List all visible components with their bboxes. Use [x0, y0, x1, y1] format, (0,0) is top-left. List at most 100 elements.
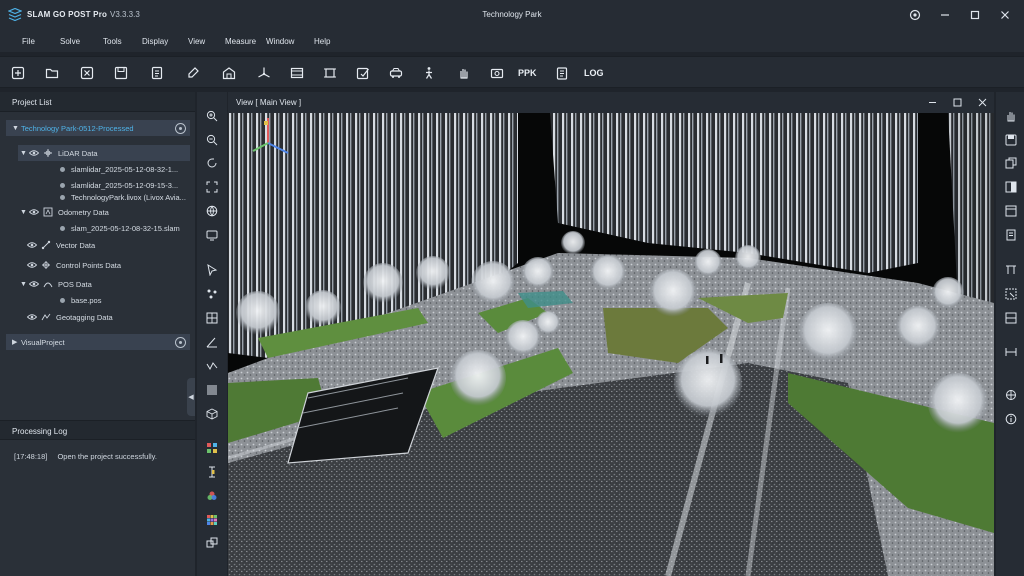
color-palette-icon[interactable] [205, 441, 219, 455]
rotate-icon[interactable] [205, 156, 219, 170]
add-circle-icon[interactable] [175, 123, 186, 134]
building-icon[interactable] [221, 65, 237, 81]
tree-leaf-lidar-3[interactable]: TechnologyPark.livox (Livox Avia... [60, 189, 192, 205]
ruler-icon[interactable] [205, 465, 219, 479]
tree-root-project[interactable]: ▼ Technology Park-0512-Processed [6, 120, 190, 136]
clip-plane-icon[interactable] [1004, 263, 1018, 277]
view-minimize-button[interactable] [925, 95, 939, 109]
processing-log-title: Processing Log [12, 427, 68, 436]
split-view-icon[interactable] [1004, 180, 1018, 194]
menu-view[interactable]: View [188, 37, 205, 46]
tree-group-pos[interactable]: ▼ POS Data [18, 276, 190, 292]
tree-group-label: Odometry Data [58, 207, 109, 217]
cross-section-icon[interactable] [1004, 311, 1018, 325]
project-panel-title: Project List [12, 98, 52, 107]
tree-group-geotagging[interactable]: Geotagging Data [27, 309, 187, 325]
hand-icon[interactable] [456, 65, 472, 81]
menu-solve[interactable]: Solve [60, 37, 80, 46]
point-select-icon[interactable] [205, 287, 219, 301]
cube-icon[interactable] [205, 407, 219, 421]
globe-icon[interactable] [205, 204, 219, 218]
tree-leaf-lidar-1[interactable]: slamlidar_2025-05-12-08-32-1... [60, 161, 190, 177]
minimize-button[interactable] [936, 6, 954, 24]
close-project-icon[interactable] [79, 65, 95, 81]
zoom-out-icon[interactable] [205, 133, 219, 147]
box-select-icon[interactable] [1004, 287, 1018, 301]
view-maximize-button[interactable] [950, 95, 964, 109]
expand-arrow-icon[interactable]: ▼ [20, 150, 29, 157]
collapse-arrow-icon[interactable]: ▶ [12, 338, 21, 346]
tree-group-vector[interactable]: Vector Data [27, 237, 187, 253]
title-bar: SLAM GO POST Pro V3.3.3.3 Technology Par… [0, 0, 1024, 30]
tree-group-odometry[interactable]: ▼ Odometry Data [18, 204, 190, 220]
tree-leaf-odometry-1[interactable]: slam_2025-05-12-08-32-15.slam [60, 220, 190, 236]
eye-icon[interactable] [29, 279, 39, 289]
frame-icon[interactable] [322, 65, 338, 81]
new-project-icon[interactable] [10, 65, 26, 81]
target-icon[interactable] [1004, 388, 1018, 402]
expand-arrow-icon[interactable]: ▼ [20, 281, 29, 288]
app-logo-icon [8, 8, 22, 22]
ppk-button[interactable]: PPK [518, 68, 537, 78]
settings-icon[interactable] [906, 6, 924, 24]
pan-hand-icon[interactable] [1004, 109, 1018, 123]
eye-icon[interactable] [27, 260, 37, 270]
panel-view-icon[interactable] [1004, 204, 1018, 218]
tree-group-lidar[interactable]: ▼ LiDAR Data [18, 145, 190, 161]
open-folder-icon[interactable] [44, 65, 60, 81]
color-grid-icon[interactable] [205, 513, 219, 527]
tree-leaf-pos-1[interactable]: base.pos [60, 292, 190, 308]
tree-root-label: Technology Park-0512-Processed [21, 123, 134, 133]
add-circle-icon[interactable] [175, 337, 186, 348]
log-button[interactable]: LOG [584, 68, 604, 78]
right-tools-strip [996, 92, 1024, 576]
geotagging-icon [41, 313, 51, 321]
measure-width-icon[interactable] [1004, 345, 1018, 359]
edit-icon[interactable] [185, 65, 201, 81]
tree-root-visual-project[interactable]: ▶ VisualProject [6, 334, 190, 350]
close-button[interactable] [996, 6, 1014, 24]
expand-arrow-icon[interactable]: ▼ [20, 209, 29, 216]
eye-icon[interactable] [29, 207, 39, 217]
tree-group-control-points[interactable]: Control Points Data [27, 257, 187, 273]
info-icon[interactable] [1004, 412, 1018, 426]
eye-icon[interactable] [27, 240, 37, 250]
car-icon[interactable] [388, 65, 404, 81]
tree-leaf-label: base.pos [71, 295, 102, 305]
barcode-icon[interactable] [205, 383, 219, 397]
film-icon[interactable] [289, 65, 305, 81]
menu-file[interactable]: File [22, 37, 35, 46]
document-icon[interactable] [1004, 228, 1018, 242]
zoom-in-icon[interactable] [205, 109, 219, 123]
eye-icon[interactable] [29, 148, 39, 158]
menu-measure[interactable]: Measure [225, 37, 256, 46]
camera-icon[interactable] [489, 65, 505, 81]
menu-display[interactable]: Display [142, 37, 168, 46]
coordinate-axes-icon[interactable] [256, 65, 272, 81]
grid-icon[interactable] [205, 311, 219, 325]
eye-icon[interactable] [27, 312, 37, 322]
layers-cube-icon[interactable] [205, 536, 219, 550]
notes-icon[interactable] [355, 65, 371, 81]
walker-icon[interactable] [421, 65, 437, 81]
fit-view-icon[interactable] [205, 180, 219, 194]
expand-arrow-icon[interactable]: ▼ [12, 125, 21, 132]
maximize-button[interactable] [966, 6, 984, 24]
view-close-button[interactable] [975, 95, 989, 109]
screen-icon[interactable] [205, 228, 219, 242]
menu-tools[interactable]: Tools [103, 37, 122, 46]
processing-log-header: Processing Log [0, 420, 195, 440]
point-cloud-viewport[interactable] [228, 113, 994, 576]
profile-line-icon[interactable] [205, 359, 219, 373]
select-pointer-icon[interactable] [205, 263, 219, 277]
save-icon[interactable] [113, 65, 129, 81]
menu-window[interactable]: Window [266, 37, 294, 46]
rgb-circle-icon[interactable] [205, 489, 219, 503]
panel-collapse-tab[interactable]: ◀ [187, 378, 195, 416]
copy-icon[interactable] [1004, 156, 1018, 170]
import-icon[interactable] [149, 65, 165, 81]
save-view-icon[interactable] [1004, 133, 1018, 147]
menu-help[interactable]: Help [314, 37, 330, 46]
clipboard-icon[interactable] [554, 65, 570, 81]
angle-icon[interactable] [205, 335, 219, 349]
